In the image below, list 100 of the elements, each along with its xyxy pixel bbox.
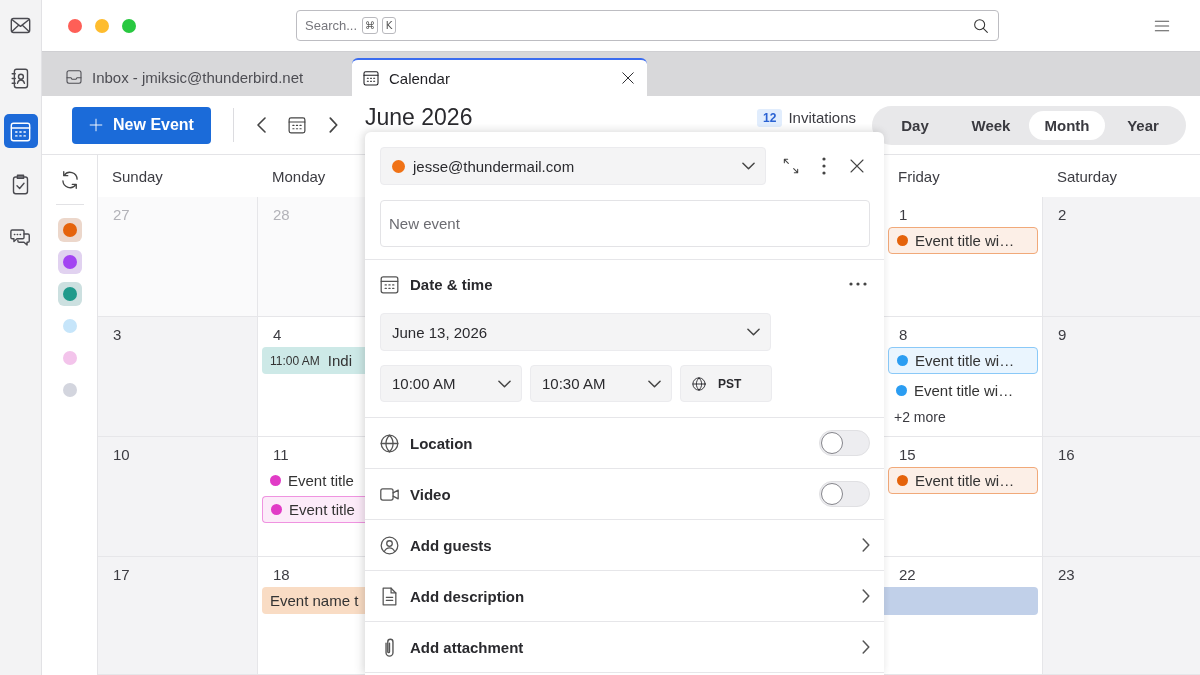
date-select[interactable]: June 13, 2026 bbox=[380, 313, 771, 351]
plus-icon bbox=[89, 118, 104, 132]
view-tab[interactable]: Year bbox=[1105, 110, 1181, 140]
refresh-icon bbox=[59, 170, 80, 190]
chevron-down-icon bbox=[747, 328, 760, 336]
close-icon bbox=[849, 158, 865, 174]
day-cell[interactable]: 9 bbox=[1043, 317, 1200, 437]
day-number: 11 bbox=[273, 445, 289, 465]
day-number: 1 bbox=[899, 205, 908, 225]
invitations-button[interactable]: 12 Invitations bbox=[757, 109, 856, 127]
timezone-button[interactable]: PST bbox=[680, 365, 772, 402]
day-number: 23 bbox=[1058, 565, 1075, 585]
calendar-toggle[interactable] bbox=[57, 218, 82, 242]
day-cell[interactable]: 15 Event title wi… bbox=[884, 437, 1043, 557]
event-block[interactable]: 11:00 AM Indi bbox=[262, 347, 365, 374]
more-events-link[interactable]: +2 more bbox=[894, 409, 946, 425]
event-chip[interactable]: Event title wi… bbox=[888, 347, 1038, 374]
search-icon bbox=[973, 18, 989, 34]
calendar-icon bbox=[288, 116, 306, 134]
window-close-button[interactable] bbox=[68, 18, 82, 33]
document-icon bbox=[380, 586, 399, 606]
clipboard-check-icon bbox=[10, 173, 31, 195]
day-cell[interactable]: 1 Event title wi… bbox=[884, 197, 1043, 317]
event-block[interactable]: Event name t bbox=[262, 587, 365, 614]
chevron-right-icon bbox=[328, 117, 338, 133]
window-zoom-button[interactable] bbox=[122, 18, 136, 33]
more-horizontal-icon bbox=[849, 282, 867, 286]
event-chip[interactable]: Event title wi… bbox=[888, 467, 1038, 494]
globe-icon bbox=[380, 433, 399, 453]
calendar-select[interactable]: jesse@thundermail.com bbox=[380, 147, 766, 185]
calendar-icon bbox=[363, 70, 379, 86]
weekday-label: Friday bbox=[898, 167, 940, 185]
weekday-label: Sunday bbox=[112, 167, 163, 185]
section-heading: Date & time bbox=[410, 275, 493, 293]
toggle-switch[interactable] bbox=[819, 430, 870, 456]
day-cell[interactable]: 22 bbox=[884, 557, 1043, 675]
close-icon bbox=[621, 71, 635, 85]
tab[interactable]: Calendar bbox=[352, 58, 647, 96]
day-cell[interactable]: 23 bbox=[1043, 557, 1200, 675]
day-number: 28 bbox=[273, 205, 290, 225]
day-number: 3 bbox=[113, 325, 122, 345]
chevron-left-icon bbox=[256, 117, 266, 133]
option-label: Location bbox=[410, 434, 473, 452]
start-time-select[interactable]: 10:00 AM bbox=[380, 365, 522, 402]
chat-bubbles-icon bbox=[10, 226, 31, 248]
toggle-switch[interactable] bbox=[819, 481, 870, 507]
tab[interactable]: Inbox - jmiksic@thunderbird.net bbox=[55, 58, 350, 96]
kebab-icon bbox=[822, 157, 826, 175]
day-number: 8 bbox=[899, 325, 908, 345]
view-tab[interactable]: Month bbox=[1029, 110, 1105, 140]
calendar-toggle[interactable] bbox=[57, 282, 82, 306]
event-chip[interactable]: Event title wi… bbox=[888, 227, 1038, 254]
month-title: June 2026 bbox=[365, 104, 473, 130]
day-cell[interactable]: 8 Event title wi… Event title wi… +2 more bbox=[884, 317, 1043, 437]
calendar-icon bbox=[10, 120, 31, 142]
new-event-button[interactable]: New Event bbox=[72, 106, 211, 144]
day-number: 18 bbox=[273, 565, 290, 585]
day-number: 27 bbox=[113, 205, 130, 225]
tab-close-button[interactable] bbox=[621, 71, 635, 85]
day-cell[interactable]: 3 bbox=[98, 317, 258, 437]
globe-icon bbox=[692, 376, 706, 391]
chevron-down-icon bbox=[498, 379, 511, 388]
day-number: 2 bbox=[1058, 205, 1067, 225]
end-time-select[interactable]: 10:30 AM bbox=[530, 365, 672, 402]
option-row[interactable]: Add guests bbox=[365, 520, 884, 571]
day-number: 10 bbox=[113, 445, 130, 465]
option-row[interactable]: Add attachment bbox=[365, 622, 884, 673]
day-number: 17 bbox=[113, 565, 130, 585]
chevron-right-icon bbox=[862, 538, 870, 552]
option-label: Video bbox=[410, 485, 451, 503]
chevron-down-icon bbox=[742, 162, 755, 170]
weekday-label: Monday bbox=[272, 167, 326, 185]
view-tab[interactable]: Week bbox=[953, 110, 1029, 140]
view-tab[interactable]: Day bbox=[877, 110, 953, 140]
calendar-toggle[interactable] bbox=[57, 250, 82, 274]
inbox-tray-icon bbox=[66, 69, 82, 85]
day-number: 15 bbox=[899, 445, 916, 465]
option-row[interactable]: Add description bbox=[365, 571, 884, 622]
calendar-button[interactable] bbox=[3, 114, 38, 148]
chevron-right-icon bbox=[862, 640, 870, 654]
day-number: 9 bbox=[1058, 325, 1067, 345]
event-item[interactable]: Event title bbox=[262, 467, 365, 493]
title-input[interactable]: New event bbox=[380, 200, 870, 247]
day-cell[interactable]: 2 bbox=[1043, 197, 1200, 317]
chevron-right-icon bbox=[862, 589, 870, 603]
day-cell[interactable]: 10 bbox=[98, 437, 258, 557]
calendar-icon bbox=[380, 274, 399, 294]
event-chip[interactable]: Event title bbox=[262, 496, 365, 523]
expand-arrows-icon bbox=[783, 158, 799, 174]
day-cell[interactable]: 17 bbox=[98, 557, 258, 675]
weekday-label: Saturday bbox=[1057, 167, 1118, 185]
day-number: 22 bbox=[899, 565, 916, 585]
shortcut-key: K bbox=[382, 17, 396, 34]
day-cell[interactable]: 16 bbox=[1043, 437, 1200, 557]
shortcut-key: ⌘ bbox=[362, 17, 378, 34]
chevron-down-icon bbox=[648, 379, 661, 388]
person-circle-icon bbox=[380, 535, 399, 555]
address-book-icon bbox=[10, 67, 31, 89]
day-number: 16 bbox=[1058, 445, 1075, 465]
event-item[interactable]: Event title wi… bbox=[888, 377, 1038, 403]
